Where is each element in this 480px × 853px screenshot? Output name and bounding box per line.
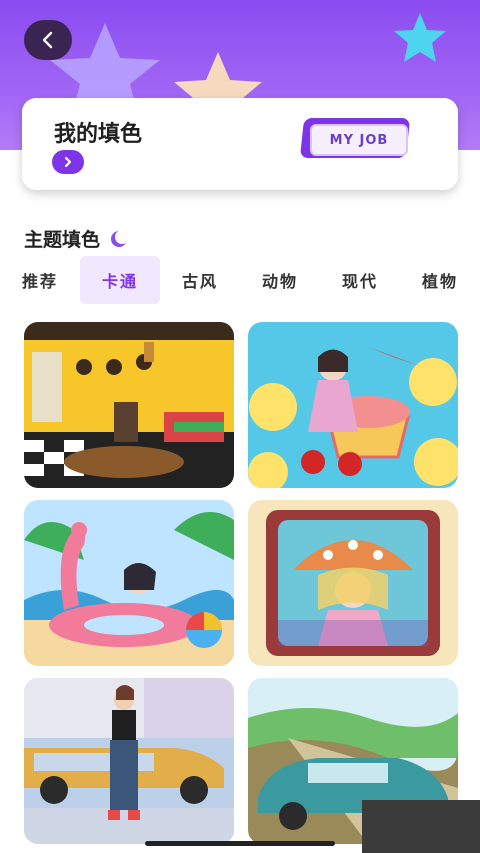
tab-cartoon[interactable]: 卡通 [80, 256, 160, 304]
home-indicator[interactable] [145, 841, 335, 846]
my-job-badge: MY JOB [298, 112, 418, 168]
street-woman-car-image [24, 678, 234, 844]
chevron-right-icon [64, 156, 72, 168]
mushroom-girl-illustration[interactable] [248, 500, 458, 666]
card-title: 我的填色 [54, 122, 143, 147]
tab-recommend[interactable]: 推荐 [0, 256, 80, 304]
living-room-illustration[interactable] [24, 322, 234, 488]
category-tabs: 推荐 卡通 古风 动物 现代 植物 [0, 256, 480, 304]
tab-ancient-style[interactable]: 古风 [160, 256, 240, 304]
living-room-image [24, 322, 234, 488]
moon-icon [111, 229, 130, 247]
flamingo-float-illustration[interactable] [24, 500, 234, 666]
card-open-button[interactable] [52, 150, 84, 174]
section-title: 主题填色 [24, 225, 130, 252]
star-decoration-blue [394, 13, 446, 62]
chevron-left-icon [42, 31, 53, 49]
back-button[interactable] [24, 20, 72, 60]
my-job-label: MY JOB [310, 124, 408, 156]
girl-fruit-cup-image [248, 322, 458, 488]
my-coloring-card[interactable]: 我的填色 MY JOB [22, 98, 458, 190]
mushroom-girl-image [248, 500, 458, 666]
street-woman-car-illustration[interactable] [24, 678, 234, 844]
tab-animals[interactable]: 动物 [240, 256, 320, 304]
girl-fruit-cup-illustration[interactable] [248, 322, 458, 488]
flamingo-float-image [24, 500, 234, 666]
corner-overlay [362, 800, 480, 853]
tab-modern[interactable]: 现代 [320, 256, 400, 304]
tab-plants[interactable]: 植物 [400, 256, 480, 304]
section-title-text: 主题填色 [24, 229, 101, 251]
